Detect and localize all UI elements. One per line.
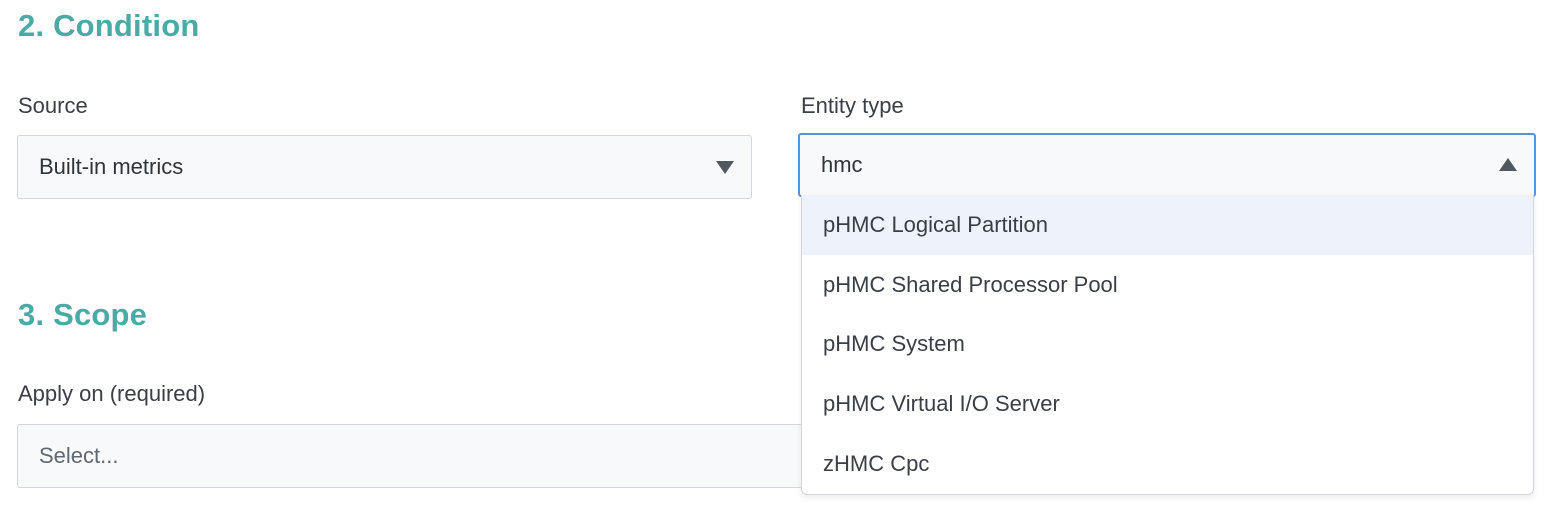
chevron-up-icon[interactable]: [1499, 158, 1517, 171]
apply-on-placeholder: Select...: [39, 443, 119, 468]
entity-type-select[interactable]: hmc: [798, 133, 1536, 197]
entity-type-label: Entity type: [801, 93, 904, 118]
source-label: Source: [18, 93, 88, 118]
source-select-value: Built-in metrics: [39, 154, 184, 179]
entity-type-option-phmc-virtual-io-server[interactable]: pHMC Virtual I/O Server: [802, 374, 1533, 434]
scope-section-title: 3. Scope: [18, 297, 148, 332]
chevron-down-icon[interactable]: [716, 161, 734, 174]
entity-type-option-zhmc-cpc[interactable]: zHMC Cpc: [802, 434, 1533, 494]
apply-on-label: Apply on (required): [18, 381, 206, 406]
alert-form: 2. Condition Source Built-in metrics Ent…: [0, 0, 1560, 514]
entity-type-option-phmc-logical-partition[interactable]: pHMC Logical Partition: [802, 195, 1533, 255]
entity-type-search-value[interactable]: hmc: [821, 152, 1534, 178]
entity-type-option-phmc-shared-processor-pool[interactable]: pHMC Shared Processor Pool: [802, 255, 1533, 315]
entity-type-option-phmc-system[interactable]: pHMC System: [802, 315, 1533, 375]
condition-section-title: 2. Condition: [18, 8, 200, 43]
apply-on-select[interactable]: Select...: [17, 424, 817, 488]
source-select[interactable]: Built-in metrics: [17, 135, 752, 199]
entity-type-dropdown: pHMC Logical Partition pHMC Shared Proce…: [801, 195, 1534, 495]
